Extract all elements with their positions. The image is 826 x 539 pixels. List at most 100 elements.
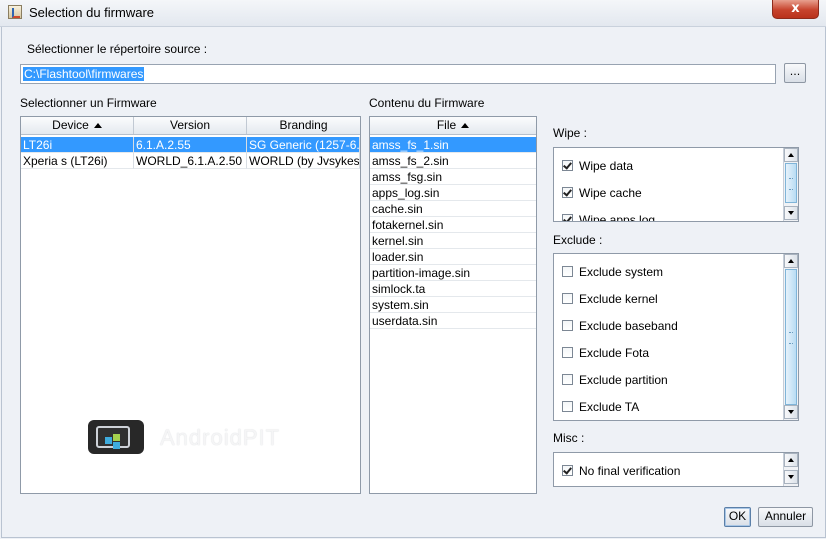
checkbox-unchecked-icon [562,320,573,331]
list-item[interactable]: amss_fs_2.sin [370,153,536,169]
list-item[interactable]: system.sin [370,297,536,313]
window-title: Selection du firmware [29,5,154,20]
scroll-down-button[interactable] [784,470,798,484]
cell-version: 6.1.A.2.55 [134,137,247,153]
table-row[interactable]: Xperia s (LT26i) WORLD_6.1.A.2.50 WORLD … [21,153,360,169]
scroll-up-button[interactable] [784,453,798,467]
firmware-content-list: File amss_fs_1.sin amss_fs_2.sin amss_fs… [369,116,537,494]
exclude-baseband-checkbox[interactable]: Exclude baseband [562,318,678,334]
exclude-kernel-checkbox[interactable]: Exclude kernel [562,291,658,307]
list-item[interactable]: apps_log.sin [370,185,536,201]
content-list-label: Contenu du Firmware [369,96,485,110]
scroll-up-arrow-icon [788,153,794,157]
logo-square-green [113,434,120,441]
flashtool-app-icon [8,5,22,19]
content-list-header: File [370,117,536,135]
firmware-selection-dialog: Selection du firmware x Sélectionner le … [0,0,826,539]
sort-ascending-icon [93,123,102,128]
close-icon: x [791,1,800,16]
exclude-system-label: Exclude system [579,265,664,279]
column-header-file[interactable]: File [370,117,536,134]
wipe-data-label: Wipe data [579,159,634,173]
title-bar: Selection du firmware x [0,0,826,27]
androidpit-logo-screen [96,426,130,449]
scroll-up-button[interactable] [784,254,798,268]
scroll-down-button[interactable] [784,405,798,419]
exclude-system-checkbox[interactable]: Exclude system [562,264,663,280]
exclude-ta-label: Exclude TA [579,400,640,414]
wipe-cache-checkbox[interactable]: Wipe cache [562,185,642,201]
list-item[interactable]: fotakernel.sin [370,217,536,233]
exclude-ta-checkbox[interactable]: Exclude TA [562,399,639,415]
wipe-apps-log-checkbox[interactable]: Wipe apps log [562,212,656,222]
checkbox-checked-icon [562,465,573,476]
exclude-fota-label: Exclude Fota [579,346,650,360]
firmware-table-header: Device Version Branding [21,117,360,135]
scroll-thumb[interactable] [785,163,797,203]
close-button[interactable]: x [772,0,819,19]
misc-options-panel: No final verification [553,452,799,487]
list-item[interactable]: kernel.sin [370,233,536,249]
wipe-data-checkbox[interactable]: Wipe data [562,158,633,174]
column-header-version[interactable]: Version [134,117,247,134]
checkbox-unchecked-icon [562,266,573,277]
no-final-verification-label: No final verification [579,464,681,478]
logo-square-blue [105,437,112,444]
checkbox-unchecked-icon [562,401,573,412]
sort-ascending-icon [461,123,470,128]
exclude-label: Exclude : [553,233,603,247]
source-path-value: C:\Flashtool\firmwares [23,67,145,81]
list-item[interactable]: cache.sin [370,201,536,217]
column-header-branding-label: Branding [279,118,328,132]
firmware-table-label: Selectionner un Firmware [20,96,157,110]
list-item[interactable]: simlock.ta [370,281,536,297]
cell-branding: WORLD (by Jvsykes) [247,153,360,169]
browse-button[interactable]: ... [784,63,806,83]
scroll-down-arrow-icon [788,211,794,215]
scroll-up-button[interactable] [784,148,798,162]
cell-version: WORLD_6.1.A.2.50 [134,153,247,169]
exclude-fota-checkbox[interactable]: Exclude Fota [562,345,649,361]
scroll-up-arrow-icon [788,259,794,263]
cell-device: LT26i [21,137,134,153]
exclude-options-panel: Exclude system Exclude kernel Exclude ba… [553,253,799,421]
column-header-device-label: Device [52,118,89,132]
wipe-apps-log-label: Wipe apps log [579,213,656,222]
wipe-scrollbar[interactable] [783,148,798,221]
wipe-options-panel: Wipe data Wipe cache Wipe apps log [553,147,799,222]
checkbox-unchecked-icon [562,347,573,358]
list-item[interactable]: amss_fs_1.sin [370,137,536,153]
watermark-text: AndroidPIT [160,425,281,450]
androidpit-watermark: AndroidPIT [88,420,318,454]
scroll-down-arrow-icon [788,475,794,479]
source-path-input[interactable]: C:\Flashtool\firmwares [20,64,776,84]
scroll-down-button[interactable] [784,206,798,220]
checkbox-unchecked-icon [562,374,573,385]
table-row[interactable]: LT26i 6.1.A.2.55 SG Generic (1257-6... [21,137,360,153]
wipe-label: Wipe : [553,126,588,140]
cell-device: Xperia s (LT26i) [21,153,134,169]
exclude-partition-label: Exclude partition [579,373,668,387]
scroll-down-arrow-icon [788,410,794,414]
exclude-scrollbar[interactable] [783,254,798,420]
list-item[interactable]: userdata.sin [370,313,536,329]
ok-button[interactable]: OK [724,507,751,527]
scroll-thumb[interactable] [785,269,797,405]
misc-scrollbar[interactable] [783,453,798,486]
checkbox-unchecked-icon [562,293,573,304]
list-item[interactable]: loader.sin [370,249,536,265]
exclude-partition-checkbox[interactable]: Exclude partition [562,372,668,388]
list-item[interactable]: amss_fsg.sin [370,169,536,185]
list-item[interactable]: partition-image.sin [370,265,536,281]
cancel-button[interactable]: Annuler [758,507,813,527]
column-header-branding[interactable]: Branding [247,117,360,134]
no-final-verification-checkbox[interactable]: No final verification [562,463,680,479]
source-label: Sélectionner le répertoire source : [27,42,208,56]
checkbox-checked-icon [562,160,573,171]
checkbox-checked-icon [562,214,573,221]
logo-square-blue-lower [113,442,120,449]
scroll-up-arrow-icon [788,458,794,462]
wipe-cache-label: Wipe cache [579,186,642,200]
column-header-version-label: Version [169,118,211,132]
column-header-device[interactable]: Device [21,117,134,134]
